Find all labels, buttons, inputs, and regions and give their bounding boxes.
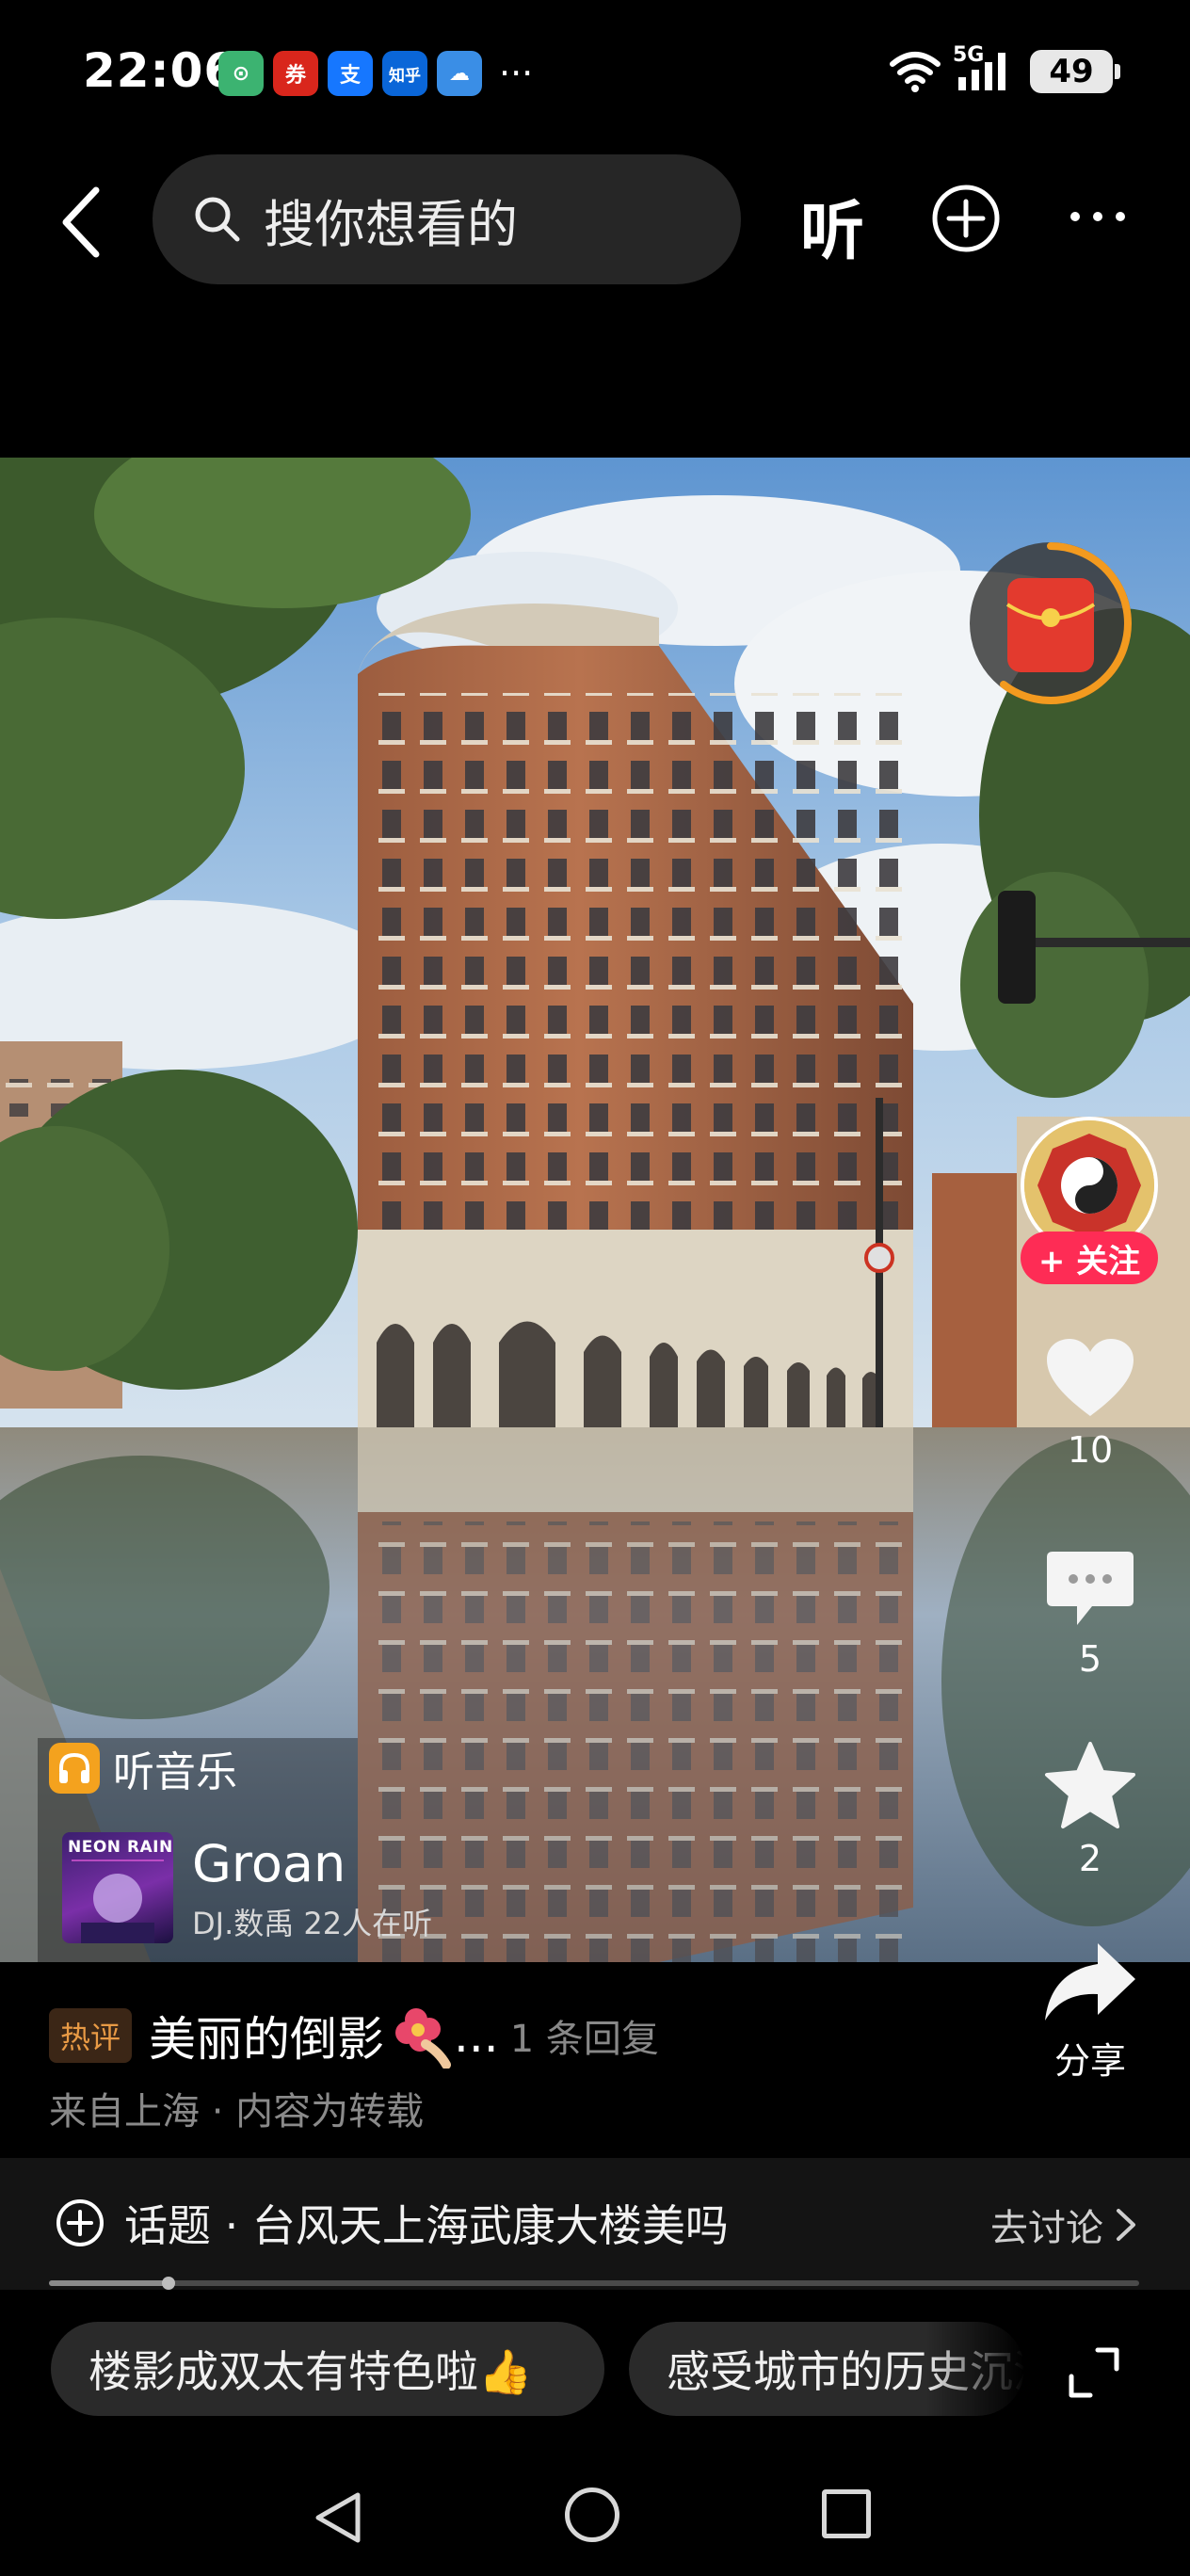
zhihu-icon: 知乎	[382, 51, 427, 96]
star-icon	[1045, 1742, 1135, 1828]
more-dot	[1070, 212, 1080, 221]
song-title: Groan	[192, 1834, 346, 1893]
topic-bar[interactable]: 话题 · 台风天上海武康大楼美吗 去讨论	[0, 2158, 1190, 2290]
music-label: 听音乐	[113, 1748, 237, 1796]
album-cover[interactable]: NEON RAIN	[62, 1832, 173, 1943]
suggested-comment-2[interactable]: 感受城市的历史沉淀	[629, 2322, 1024, 2416]
favorite-action[interactable]: 2	[1032, 1740, 1149, 1879]
more-dot	[1116, 212, 1125, 221]
more-options-button[interactable]	[1060, 179, 1135, 254]
expand-icon[interactable]	[1066, 2344, 1122, 2401]
signal-icon	[958, 53, 1005, 90]
discuss-label: 去讨论	[990, 2207, 1103, 2250]
signal-indicator: 5G	[953, 43, 1019, 94]
nav-back-triangle-icon[interactable]	[311, 2489, 363, 2546]
battery-indicator: 49	[1030, 50, 1120, 93]
source-info: 来自上海 · 内容为转载	[49, 2090, 425, 2133]
topic-label: 话题 · 台风天上海武康大楼美吗	[124, 2200, 729, 2251]
headphones-icon	[49, 1743, 100, 1794]
chevron-right-icon	[1117, 2209, 1135, 2241]
red-packet-timer[interactable]	[966, 539, 1135, 708]
suggested-comment-1[interactable]: 楼影成双太有特色啦👍	[51, 2322, 604, 2416]
flower-emoji-icon	[395, 2008, 452, 2069]
progress-fill	[49, 2280, 169, 2286]
search-input[interactable]: 搜你想看的	[153, 154, 741, 284]
share-label: 分享	[1053, 2040, 1126, 2082]
alipay-icon: 支	[328, 51, 373, 96]
comment-bubble-icon	[1047, 1552, 1134, 1625]
weather-icon: ☁	[437, 51, 482, 96]
back-button[interactable]	[49, 175, 115, 269]
like-action[interactable]: 10	[1032, 1337, 1149, 1471]
top-nav: 搜你想看的 听	[0, 151, 1190, 292]
app-icon-green: ⊙	[218, 51, 264, 96]
hot-comment-text: 美丽的倒影	[149, 2012, 385, 2067]
listen-button[interactable]: 听	[800, 179, 864, 272]
status-app-icons: ⊙ 券支知乎 ☁ ···	[218, 51, 533, 96]
add-circle-icon	[56, 2199, 104, 2246]
add-circle-icon[interactable]	[930, 183, 1002, 254]
favorite-count: 2	[1078, 1838, 1102, 1879]
music-card[interactable]: 听音乐 NEON RAIN Groan DJ.数禹 22人在听	[49, 1738, 432, 1955]
hot-comment-ellipsis: ...	[454, 2008, 499, 2063]
status-indicators: 5G 49	[889, 43, 1120, 94]
app-icon-securities: 券	[273, 51, 318, 96]
share-arrow-icon	[1045, 1943, 1135, 2021]
nav-home-circle-icon[interactable]	[565, 2487, 619, 2542]
follow-button[interactable]: + 关注	[1021, 1232, 1158, 1284]
hot-comment-badge: 热评	[49, 2008, 133, 2063]
nav-recents-square-icon[interactable]	[822, 2489, 871, 2538]
wifi-icon	[890, 52, 941, 92]
discuss-link[interactable]: 去讨论	[990, 2198, 1137, 2252]
search-icon	[195, 197, 240, 242]
search-placeholder: 搜你想看的	[264, 194, 518, 254]
chevron-left-icon	[62, 186, 100, 258]
status-bar: 22:06 ⊙ 券支知乎 ☁ ··· 5G 49	[0, 0, 1190, 151]
heart-icon	[1047, 1339, 1134, 1416]
album-art-figure	[72, 1860, 164, 1943]
comment-action[interactable]: 5	[1032, 1546, 1149, 1680]
status-time: 22:06	[83, 43, 238, 98]
share-action[interactable]: 分享	[1032, 1940, 1149, 2084]
video-progress-bar[interactable]	[49, 2277, 1139, 2290]
reply-count[interactable]: 1 条回复	[510, 2008, 659, 2063]
comment-count: 5	[1078, 1638, 1102, 1680]
system-navigation-bar	[0, 2448, 1190, 2576]
song-artist-listeners: DJ.数禹 22人在听	[192, 1906, 433, 1941]
hot-comment[interactable]: 热评 美丽的倒影 ... 1 条回复	[49, 2002, 659, 2069]
like-count: 10	[1067, 1429, 1114, 1471]
more-dot	[1093, 212, 1102, 221]
more-notifications-icon: ···	[499, 53, 534, 94]
